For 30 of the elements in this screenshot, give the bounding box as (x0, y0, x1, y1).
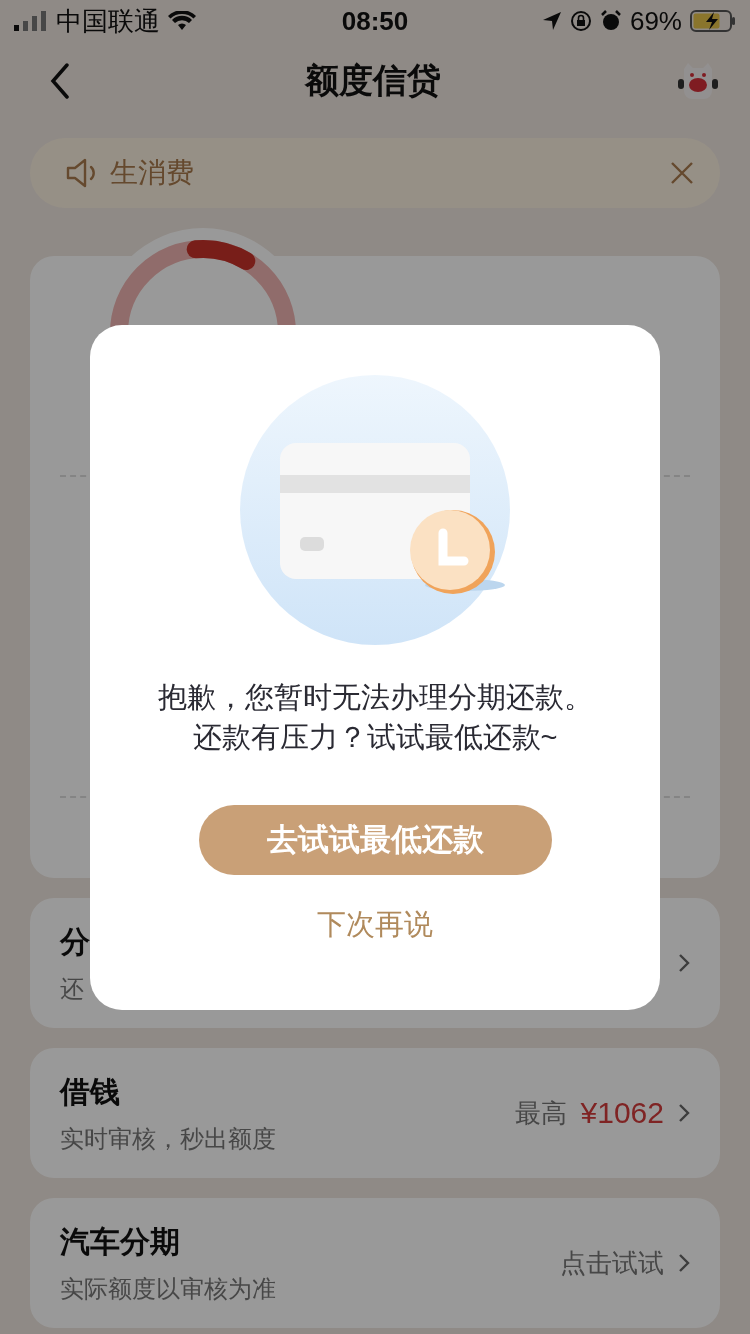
chevron-icon (678, 953, 690, 973)
row-note: 点击试试 (560, 1246, 664, 1280)
dialog-message: 抱歉，您暂时无法办理分期还款。 (157, 680, 593, 715)
battery-percent: 69% (629, 5, 682, 37)
product-row[interactable]: 借钱 实时审核，秒出额度 最高 ¥1062 (30, 1048, 720, 1178)
chevron-icon (678, 1253, 690, 1273)
close-icon[interactable] (670, 161, 694, 185)
notice-text: 生消费 (110, 156, 195, 190)
row-subtitle: 实时审核，秒出额度 (60, 1123, 276, 1154)
mascot-icon[interactable] (676, 61, 720, 101)
row-title: 分 (60, 923, 90, 960)
row-subtitle: 还 (60, 973, 84, 1004)
page-title: 额度信贷 (305, 60, 441, 101)
alarm-icon (599, 10, 622, 32)
dialog-message: 还款有压力？试试最低还款~ (192, 720, 558, 755)
back-icon[interactable] (50, 63, 70, 99)
row-title: 借钱 (60, 1073, 120, 1110)
battery-icon (690, 10, 736, 32)
product-row[interactable]: 汽车分期 实际额度以审核为准 点击试试 (30, 1198, 720, 1328)
carrier-name: 中国联通 (56, 4, 160, 38)
row-amount: ¥1062 (580, 1096, 664, 1130)
status-time: 08:50 (341, 5, 409, 37)
row-subtitle: 实际额度以审核为准 (60, 1273, 276, 1304)
location-icon (541, 11, 562, 31)
rotation-lock-icon (569, 10, 592, 32)
row-title: 汽车分期 (60, 1223, 180, 1260)
row-note: 最高 (514, 1096, 567, 1130)
signal-icon (14, 11, 48, 31)
chevron-icon (678, 1103, 690, 1123)
wifi-icon (168, 11, 196, 31)
